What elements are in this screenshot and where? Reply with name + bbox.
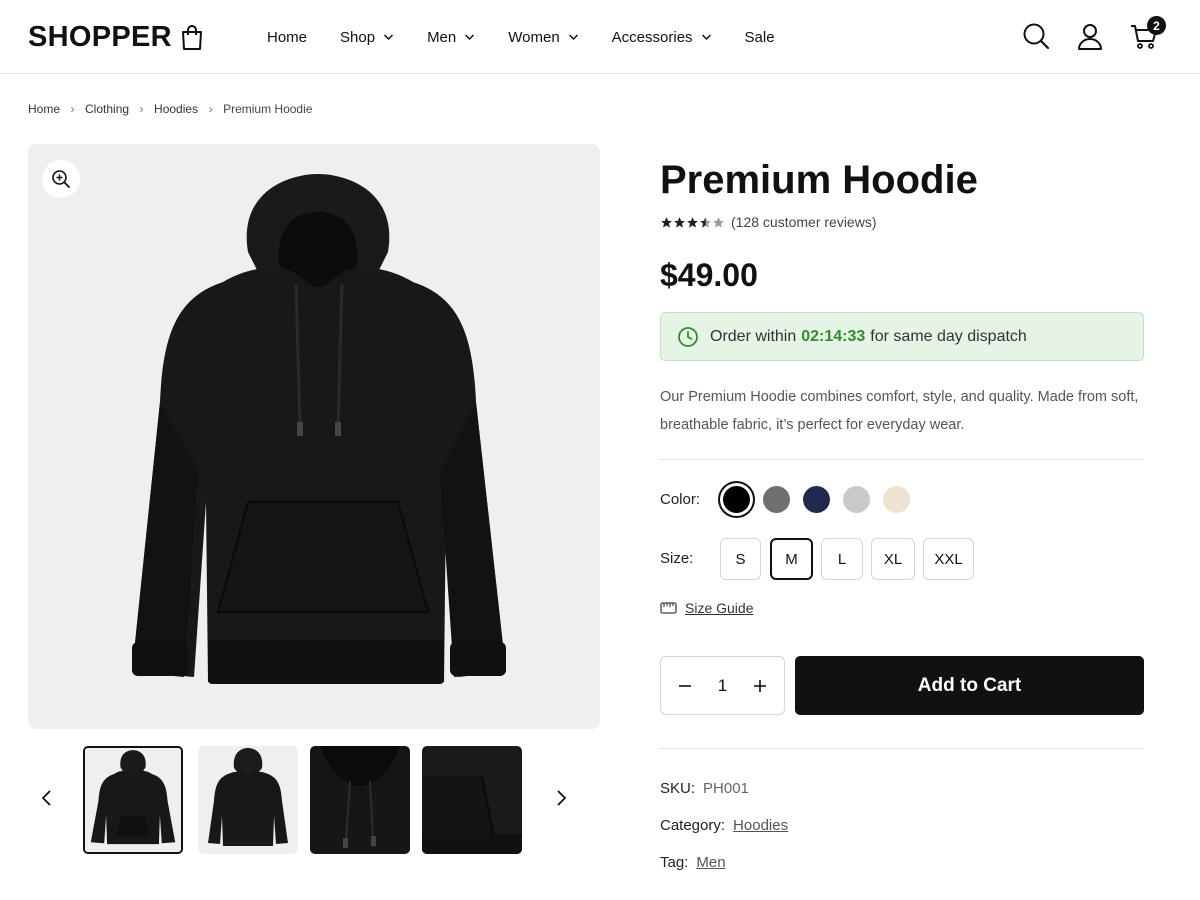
chevron-right-icon: › — [70, 102, 75, 116]
minus-icon — [679, 684, 691, 687]
chevron-down-icon — [568, 34, 578, 41]
chevron-down-icon — [465, 34, 475, 41]
increase-quantity-button[interactable] — [750, 676, 770, 696]
chevron-down-icon — [384, 34, 394, 41]
sku-value: PH001 — [703, 780, 749, 797]
star-half-icon — [700, 216, 711, 228]
product-tag: Tag: Men — [660, 854, 726, 871]
color-swatch-cream[interactable] — [883, 486, 910, 513]
nav-item-men[interactable]: Men — [427, 26, 475, 48]
hoodie-detail-thumbnail — [310, 746, 410, 854]
zoom-button[interactable] — [42, 160, 80, 198]
color-swatch-gray[interactable] — [763, 486, 790, 513]
size-guide-label: Size Guide — [685, 600, 754, 616]
size-guide-link[interactable]: Size Guide — [660, 600, 753, 616]
size-option-xl[interactable]: XL — [871, 538, 915, 580]
hoodie-pocket-thumbnail — [422, 746, 522, 854]
plus-icon — [754, 679, 766, 692]
star-empty-icon — [713, 216, 724, 228]
hoodie-back-thumbnail — [198, 746, 298, 854]
nav-item-accessories[interactable]: Accessories — [612, 26, 712, 48]
nav-label: Sale — [744, 28, 775, 46]
product-sku: SKU: PH001 — [660, 780, 749, 797]
color-swatch-light-gray[interactable] — [843, 486, 870, 513]
breadcrumb: Home › Clothing › Hoodies › Premium Hood… — [28, 102, 312, 116]
product-title: Premium Hoodie — [660, 158, 978, 202]
star-full-icon — [687, 216, 698, 228]
chevron-right-icon[interactable] — [550, 786, 572, 810]
size-label: Size: — [660, 550, 694, 567]
tag-link[interactable]: Men — [696, 854, 725, 871]
add-to-cart-button[interactable]: Add to Cart — [795, 656, 1144, 715]
product-price: $49.00 — [660, 257, 758, 293]
hoodie-front-thumbnail — [85, 748, 181, 852]
size-option-xxl[interactable]: XXL — [923, 538, 974, 580]
thumbnail-4[interactable] — [422, 746, 522, 854]
sku-label: SKU: — [660, 780, 696, 797]
dispatch-suffix: for same day dispatch — [870, 327, 1027, 345]
chevron-right-icon: › — [208, 102, 213, 116]
breadcrumb-current: Premium Hoodie — [223, 102, 313, 116]
color-swatch-navy[interactable] — [803, 486, 830, 513]
dispatch-timer: 02:14:33 — [801, 327, 866, 345]
chevron-down-icon — [701, 34, 711, 41]
chevron-left-icon[interactable] — [36, 786, 58, 810]
star-full-icon — [674, 216, 685, 228]
breadcrumb-clothing[interactable]: Clothing — [85, 102, 129, 116]
size-option-l[interactable]: L — [821, 538, 863, 580]
hoodie-image — [132, 174, 506, 684]
search-icon[interactable] — [1021, 21, 1051, 51]
thumbnail-2[interactable] — [198, 746, 298, 854]
size-option-s[interactable]: S — [720, 538, 761, 580]
divider — [660, 748, 1144, 749]
divider — [660, 459, 1144, 460]
clock-icon — [678, 326, 698, 347]
star-full-icon — [661, 216, 672, 228]
tag-label: Tag: — [660, 854, 689, 871]
nav-label: Home — [267, 28, 308, 46]
nav-label: Men — [427, 28, 457, 46]
nav-label: Women — [508, 28, 560, 46]
logo-text: SHOPPER — [28, 21, 172, 53]
category-link[interactable]: Hoodies — [733, 817, 788, 834]
thumbnail-1[interactable] — [83, 746, 183, 854]
size-option-m[interactable]: M — [770, 538, 813, 580]
color-label: Color: — [660, 491, 701, 508]
logo[interactable]: SHOPPER — [28, 20, 204, 54]
quantity-stepper: 1 — [660, 656, 785, 715]
nav-item-home[interactable]: Home — [267, 26, 307, 48]
dispatch-notice: Order within 02:14:33 for same day dispa… — [660, 312, 1144, 361]
nav-item-sale[interactable]: Sale — [745, 26, 775, 48]
category-label: Category: — [660, 817, 726, 834]
thumbnail-3[interactable] — [310, 746, 410, 854]
breadcrumb-home[interactable]: Home — [28, 102, 60, 116]
nav-item-shop[interactable]: Shop — [340, 26, 394, 48]
site-header: SHOPPER Home Shop Men Women Accessories … — [0, 0, 1200, 74]
nav-label: Accessories — [611, 28, 693, 46]
breadcrumb-hoodies[interactable]: Hoodies — [154, 102, 198, 116]
star-rating — [660, 216, 725, 229]
product-rating: (128 customer reviews) — [660, 214, 877, 230]
review-count-link[interactable]: (128 customer reviews) — [731, 214, 877, 230]
shopping-bag-icon — [181, 25, 202, 50]
color-swatch-black[interactable] — [723, 486, 750, 513]
dispatch-prefix: Order within — [710, 327, 797, 345]
main-nav: Home Shop Men Women Accessories Sale — [267, 26, 808, 48]
decrease-quantity-button[interactable] — [675, 676, 695, 696]
user-icon[interactable] — [1075, 21, 1105, 51]
cart-count-badge: 2 — [1147, 16, 1166, 35]
product-description: Our Premium Hoodie combines comfort, sty… — [660, 389, 1139, 433]
chevron-right-icon: › — [139, 102, 144, 116]
nav-item-women[interactable]: Women — [508, 26, 578, 48]
zoom-in-icon — [52, 170, 70, 188]
ruler-icon — [660, 602, 677, 614]
quantity-value[interactable]: 1 — [718, 676, 727, 696]
product-category: Category: Hoodies — [660, 817, 788, 834]
product-main-image[interactable] — [28, 144, 600, 729]
nav-label: Shop — [340, 28, 376, 46]
